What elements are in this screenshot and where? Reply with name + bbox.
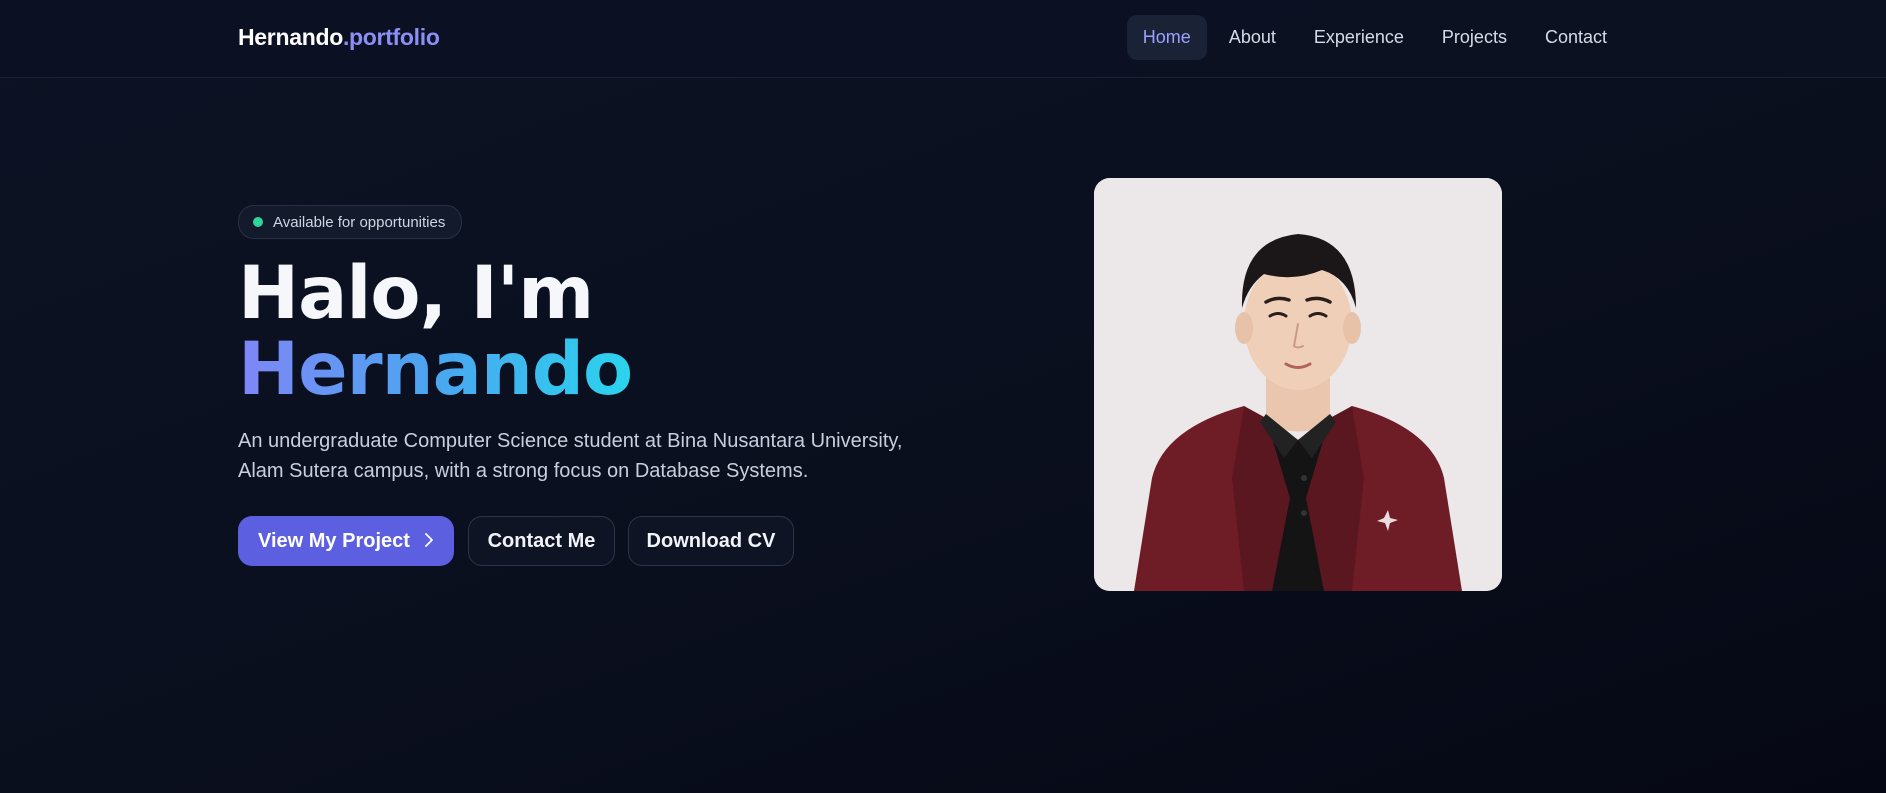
logo-suffix: .portfolio <box>342 24 440 50</box>
nav-link-projects[interactable]: Projects <box>1426 15 1523 60</box>
hero-description: An undergraduate Computer Science studen… <box>238 430 903 482</box>
profile-photo <box>1094 178 1502 591</box>
nav-link-contact[interactable]: Contact <box>1529 15 1623 60</box>
view-project-button[interactable]: View My Project <box>238 516 454 566</box>
view-project-button-label: View My Project <box>258 529 410 552</box>
download-cv-button[interactable]: Download CV <box>628 516 794 566</box>
nav-link-experience[interactable]: Experience <box>1298 15 1420 60</box>
nav-links: Home About Experience Projects Contact <box>1126 15 1623 60</box>
hero-title-greeting: Halo, I'm <box>238 251 594 336</box>
status-dot-icon <box>253 217 263 227</box>
nav-link-about[interactable]: About <box>1213 15 1292 60</box>
chevron-right-icon <box>424 530 434 553</box>
navbar: Hernando.portfolio Home About Experience… <box>0 0 1886 78</box>
availability-badge-label: Available for opportunities <box>273 213 446 231</box>
profile-photo-illustration <box>1094 178 1502 591</box>
logo[interactable]: Hernando.portfolio <box>238 24 440 51</box>
availability-badge: Available for opportunities <box>238 205 463 239</box>
hero-title: Halo, I'm Hernando <box>238 251 633 412</box>
nav-link-home[interactable]: Home <box>1126 15 1207 60</box>
logo-name: Hernando <box>238 24 343 50</box>
hero-title-name: Hernando <box>238 327 633 412</box>
contact-me-button[interactable]: Contact Me <box>468 516 615 566</box>
